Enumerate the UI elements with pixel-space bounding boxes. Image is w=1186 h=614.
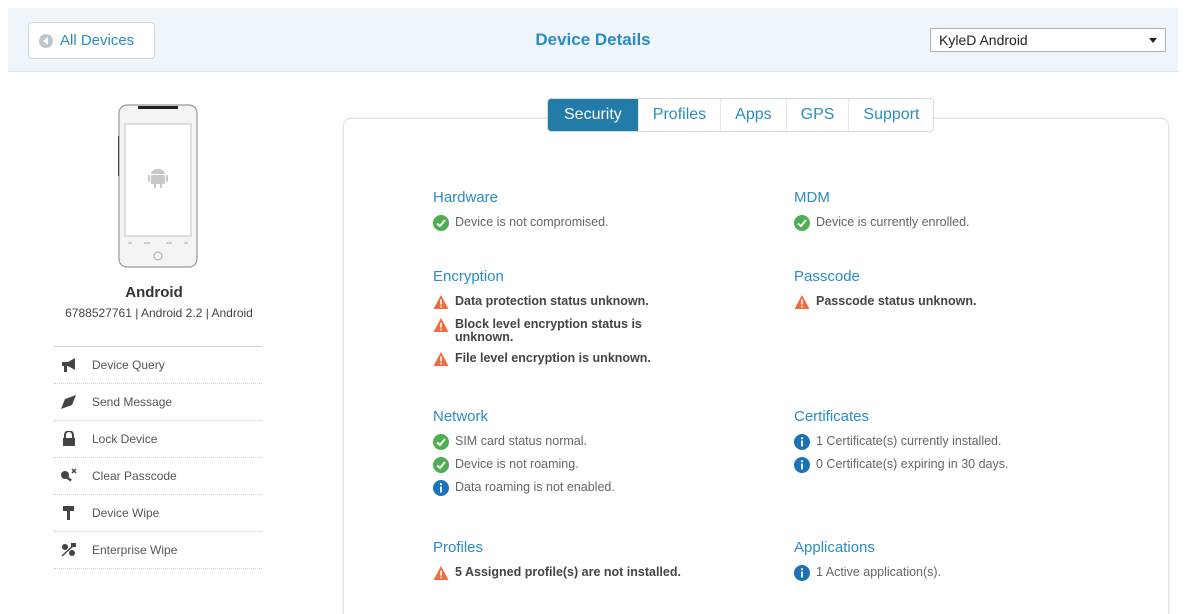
tab-profiles[interactable]: Profiles <box>639 99 722 131</box>
chevron-down-icon <box>1149 37 1157 43</box>
profiles-section: Profiles 5 Assigned profile(s) are not i… <box>433 539 763 589</box>
device-select-value: KyleD Android <box>939 32 1028 48</box>
status-text: SIM card status normal. <box>455 434 587 448</box>
status-text: Passcode status unknown. <box>816 294 977 308</box>
status-text: 0 Certificate(s) expiring in 30 days. <box>816 457 1009 471</box>
status-item: Data roaming is not enabled. <box>433 480 753 496</box>
tab-security[interactable]: Security <box>548 99 639 131</box>
status-item: 1 Active application(s). <box>794 565 1114 581</box>
lock-device-action[interactable]: Lock Device <box>54 421 262 458</box>
section-title: Certificates <box>794 408 870 425</box>
status-item: Device is currently enrolled. <box>794 215 1114 231</box>
status-text: Device is currently enrolled. <box>816 215 970 229</box>
network-section: Network SIM card status normal. Device i… <box>433 408 753 504</box>
info-icon <box>794 565 810 581</box>
device-meta: 6788527761 | Android 2.2 | Android <box>65 306 253 320</box>
megaphone-icon <box>62 358 75 372</box>
action-label: Clear Passcode <box>92 469 177 483</box>
device-actions-list: Device Query Send Message Lock Device Cl… <box>54 346 262 569</box>
lock-icon <box>63 431 75 446</box>
warning-icon <box>433 295 449 309</box>
status-text: Block level encryption status is unknown… <box>455 317 642 344</box>
section-title: Encryption <box>433 268 504 285</box>
warning-icon <box>433 318 449 332</box>
mdm-section: MDM Device is currently enrolled. <box>794 189 1114 239</box>
check-circle-icon <box>433 434 449 450</box>
action-label: Lock Device <box>92 432 158 446</box>
section-title: Applications <box>794 539 875 556</box>
status-item: Passcode status unknown. <box>794 295 1114 310</box>
status-text: 5 Assigned profile(s) are not installed. <box>455 565 681 579</box>
warning-icon <box>433 566 449 580</box>
status-text: Device is not compromised. <box>455 215 609 229</box>
status-item: Device is not roaming. <box>433 457 753 473</box>
warning-icon <box>433 352 449 366</box>
status-text: Data roaming is not enabled. <box>455 480 615 494</box>
details-tabs: Security Profiles Apps GPS Support <box>547 98 935 132</box>
status-text: 1 Certificate(s) currently installed. <box>816 434 1002 448</box>
device-name: Android <box>125 284 183 301</box>
wipe-icon <box>63 506 74 520</box>
check-circle-icon <box>433 457 449 473</box>
status-item: SIM card status normal. <box>433 434 753 450</box>
info-icon <box>794 434 810 450</box>
action-label: Device Wipe <box>92 506 160 520</box>
device-select[interactable]: KyleD Android <box>930 28 1166 52</box>
send-message-action[interactable]: Send Message <box>54 384 262 421</box>
enterprise-wipe-icon <box>61 543 76 557</box>
key-clear-icon <box>61 468 77 482</box>
certificates-section: Certificates 1 Certificate(s) currently … <box>794 408 1124 481</box>
info-icon <box>433 480 449 496</box>
send-icon <box>61 395 76 409</box>
section-title: Profiles <box>433 539 484 556</box>
tab-apps[interactable]: Apps <box>721 99 787 131</box>
status-text: File level encryption is unknown. <box>455 351 651 365</box>
tab-support[interactable]: Support <box>849 99 933 131</box>
device-wipe-action[interactable]: Device Wipe <box>54 495 262 532</box>
clear-passcode-action[interactable]: Clear Passcode <box>54 458 262 495</box>
section-title: Network <box>433 408 489 425</box>
status-text: 1 Active application(s). <box>816 565 942 579</box>
status-text: Device is not roaming. <box>455 457 579 471</box>
status-item: Block level encryption status is unknown… <box>433 318 703 344</box>
status-text: Data protection status unknown. <box>455 294 649 308</box>
device-query-action[interactable]: Device Query <box>54 347 262 384</box>
section-title: Passcode <box>794 268 860 285</box>
section-title: MDM <box>794 189 830 206</box>
passcode-section: Passcode Passcode status unknown. <box>794 268 1114 318</box>
check-circle-icon <box>433 215 449 231</box>
status-item: File level encryption is unknown. <box>433 352 703 367</box>
section-title: Hardware <box>433 189 499 206</box>
status-item: 1 Certificate(s) currently installed. <box>794 434 1124 450</box>
action-label: Enterprise Wipe <box>92 543 178 557</box>
action-label: Device Query <box>92 358 165 372</box>
status-item: 5 Assigned profile(s) are not installed. <box>433 566 763 581</box>
action-label: Send Message <box>92 395 173 409</box>
status-item: 0 Certificate(s) expiring in 30 days. <box>794 457 1124 473</box>
info-icon <box>794 457 810 473</box>
header-bar: All Devices Device Details KyleD Android <box>8 8 1178 72</box>
status-item: Data protection status unknown. <box>433 295 703 310</box>
android-phone-image <box>118 104 198 268</box>
encryption-section: Encryption Data protection status unknow… <box>433 268 703 375</box>
warning-icon <box>794 295 810 309</box>
enterprise-wipe-action[interactable]: Enterprise Wipe <box>54 532 262 569</box>
check-circle-icon <box>794 215 810 231</box>
tab-gps[interactable]: GPS <box>787 99 850 131</box>
applications-section: Applications 1 Active application(s). <box>794 539 1114 589</box>
status-item: Device is not compromised. <box>433 215 753 231</box>
hardware-section: Hardware Device is not compromised. <box>433 189 753 239</box>
